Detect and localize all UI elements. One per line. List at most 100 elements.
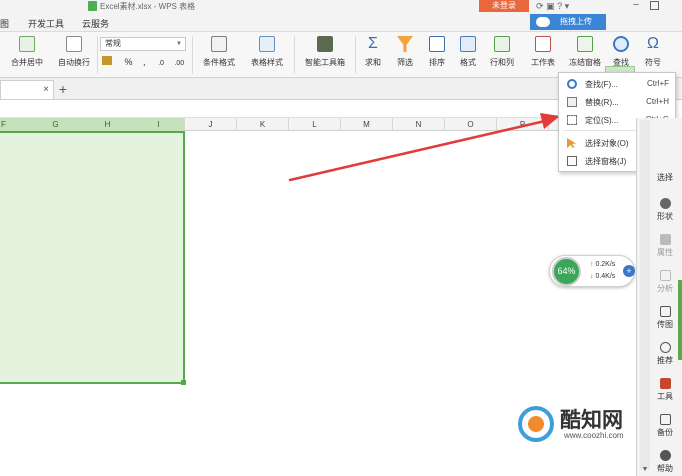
menu-item-developer[interactable]: 开发工具	[28, 17, 64, 30]
sidebar-item-recommend[interactable]: 推荐	[650, 342, 680, 366]
login-button[interactable]: 未登录	[479, 0, 529, 12]
formula-bar[interactable]	[0, 100, 636, 118]
sidebar-item-help[interactable]: 帮助	[650, 450, 680, 474]
column-header-j[interactable]: J	[185, 118, 237, 131]
widget-plus-button[interactable]: +	[623, 265, 635, 277]
currency-icon[interactable]	[102, 56, 112, 65]
wrap-label: 自动换行	[58, 58, 90, 67]
replace-label: 替换(R)...	[585, 98, 619, 107]
window-title: Excel素材.xlsx - WPS 表格	[100, 2, 196, 11]
sidebar-item-upload-image[interactable]: 传图	[650, 306, 680, 330]
column-header-p[interactable]: P	[497, 118, 549, 131]
maximize-button[interactable]	[650, 1, 659, 10]
toolbox-icon	[317, 36, 333, 52]
table-style-button[interactable]: 表格样式	[244, 36, 290, 68]
help-icon[interactable]: ?	[557, 1, 562, 11]
merge-center-button[interactable]: 合并居中	[4, 36, 50, 68]
merge-label: 合并居中	[11, 58, 43, 67]
menu-item-cloud[interactable]: 云服务	[82, 17, 109, 30]
watermark-url: www.coozhi.com	[564, 431, 624, 440]
menu-item-view[interactable]: 图	[0, 17, 9, 30]
sidebar-item-backup[interactable]: 备份	[650, 414, 680, 438]
symbol-label: 符号	[645, 58, 661, 67]
chevron-down-icon[interactable]: ▼	[640, 466, 650, 476]
decrease-decimal-button[interactable]: .00	[174, 60, 184, 67]
column-header-k[interactable]: K	[237, 118, 289, 131]
row-column-button[interactable]: 行和列	[484, 36, 520, 68]
title-bar: Excel素材.xlsx - WPS 表格 未登录 ⟳ ▣ ? ▾ –	[0, 0, 682, 14]
sort-icon	[429, 36, 445, 52]
sum-button[interactable]: Σ 求和	[358, 36, 388, 68]
network-speed-widget[interactable]: 64% ↑ 0.2K/s ↓ 0.4K/s +	[549, 255, 635, 287]
menu-item-replace[interactable]: 替换(R)... Ctrl+H	[559, 93, 675, 111]
wps-spreadsheet-window: Excel素材.xlsx - WPS 表格 未登录 ⟳ ▣ ? ▾ – 图 开发…	[0, 0, 682, 476]
add-tab-button[interactable]: +	[56, 82, 70, 96]
ribbon-separator	[97, 36, 98, 74]
worksheet-button[interactable]: 工作表	[524, 36, 562, 68]
filter-button[interactable]: 筛选	[390, 36, 420, 68]
column-header-l[interactable]: L	[289, 118, 341, 131]
column-header-g[interactable]: G	[30, 118, 82, 131]
row-column-label: 行和列	[490, 58, 514, 67]
document-tab[interactable]: ×	[0, 80, 54, 99]
selected-range[interactable]	[0, 131, 185, 384]
memory-usage-ball[interactable]: 64%	[552, 257, 581, 286]
format-button[interactable]: 格式	[454, 36, 482, 68]
wrap-icon	[66, 36, 82, 52]
upload-speed: ↑ 0.2K/s	[590, 261, 615, 268]
bulb-icon	[659, 342, 671, 353]
increase-decimal-button[interactable]: .0	[158, 60, 164, 67]
locate-icon	[567, 115, 577, 125]
column-header-n[interactable]: N	[393, 118, 445, 131]
column-header-h[interactable]: H	[82, 118, 134, 131]
ribbon-separator	[294, 36, 295, 74]
toolbox-icon	[659, 378, 671, 389]
chevron-down-icon: ▼	[176, 41, 182, 47]
close-icon[interactable]: ×	[41, 85, 51, 95]
wrap-text-button[interactable]: 自动换行	[52, 36, 96, 68]
sidebar-item-tools[interactable]: 工具	[650, 378, 680, 402]
column-header-m[interactable]: M	[341, 118, 393, 131]
refresh-icon[interactable]: ⟳	[536, 1, 544, 11]
find-button[interactable]: 查找	[607, 36, 635, 68]
replace-shortcut: Ctrl+H	[646, 97, 669, 106]
sidebar-item-properties[interactable]: 属性	[650, 234, 680, 258]
sidebar-label: 属性	[657, 248, 673, 257]
number-format-select[interactable]: 常规 ▼	[100, 37, 186, 51]
up-arrow-icon: ↑	[590, 261, 594, 268]
symbol-button[interactable]: Ω 符号	[638, 36, 668, 68]
conditional-format-button[interactable]: 条件格式	[196, 36, 242, 68]
sidebar-item-select[interactable]: 选择	[650, 170, 680, 183]
sidebar-item-shape[interactable]: 形状	[650, 198, 680, 222]
menu-item-find[interactable]: 查找(F)... Ctrl+F	[559, 75, 675, 93]
sort-label: 排序	[429, 58, 445, 67]
help-icon	[659, 450, 671, 461]
watermark-logo-center	[528, 416, 544, 432]
sidebar-label: 工具	[657, 392, 673, 401]
backup-icon	[659, 414, 671, 425]
sidebar-item-analysis[interactable]: 分析	[650, 270, 680, 294]
select-object-label: 选择对象(O)	[585, 139, 629, 148]
minimize-button[interactable]: –	[628, 0, 644, 12]
column-header-f[interactable]: F	[0, 118, 30, 131]
search-icon	[567, 79, 577, 89]
column-header-i[interactable]: I	[133, 118, 185, 131]
sigma-icon: Σ	[368, 35, 378, 52]
column-header-o[interactable]: O	[445, 118, 497, 131]
smart-toolbox-button[interactable]: 智能工具箱	[298, 36, 352, 68]
vertical-scrollbar[interactable]	[640, 120, 650, 470]
sidebar-label: 选择	[657, 173, 673, 182]
down-arrow-icon: ↓	[590, 273, 594, 280]
skin-icon[interactable]: ▣	[546, 1, 555, 11]
worksheet-label: 工作表	[531, 58, 555, 67]
freeze-panes-button[interactable]: 冻结窗格	[564, 36, 606, 68]
format-icon	[460, 36, 476, 52]
pane-accent-stripe	[678, 280, 682, 360]
magnifier-icon	[613, 36, 629, 52]
comma-button[interactable]: ,	[143, 57, 146, 67]
menu-icon[interactable]: ▾	[565, 1, 570, 11]
fill-handle[interactable]	[181, 380, 186, 385]
sidebar-label: 备份	[657, 428, 673, 437]
percent-button[interactable]: %	[125, 57, 133, 67]
sort-button[interactable]: 排序	[422, 36, 452, 68]
